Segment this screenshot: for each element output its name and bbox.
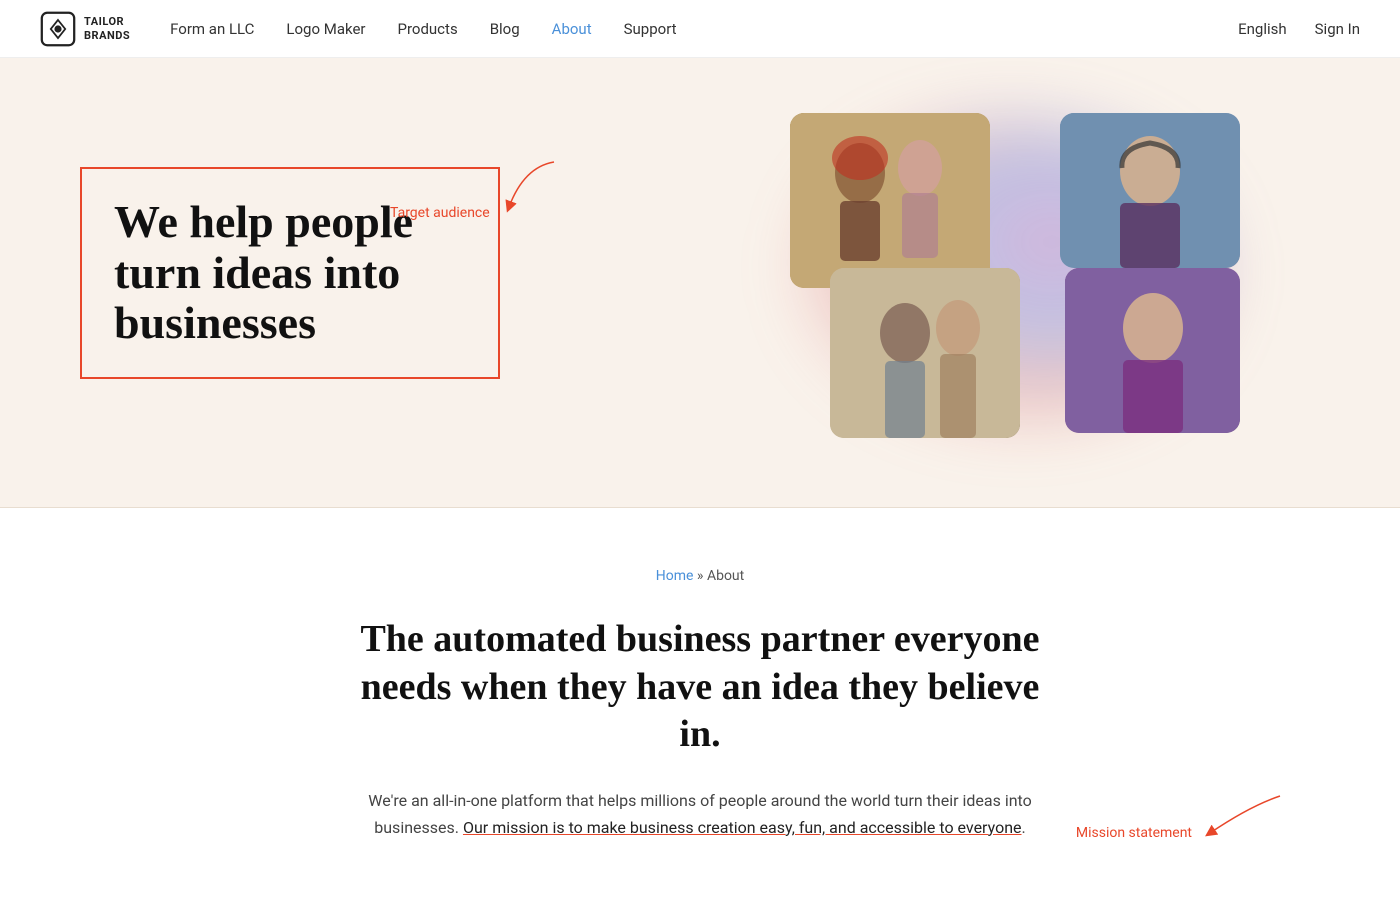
- photo-inner-2: [1060, 113, 1240, 268]
- photo-svg-1: [790, 113, 990, 288]
- photo-svg-3: [830, 268, 1020, 438]
- photo-card-2: [1060, 113, 1240, 268]
- nav-link-support[interactable]: Support: [624, 20, 677, 38]
- breadcrumb-home[interactable]: Home: [656, 568, 694, 584]
- breadcrumb: Home » About: [40, 568, 1360, 584]
- mission-annotation-label: Mission statement: [1076, 825, 1192, 841]
- photo-svg-4: [1065, 268, 1240, 433]
- nav-link-about[interactable]: About: [552, 20, 592, 38]
- photo-inner-3: [830, 268, 1020, 438]
- photo-inner-4: [1065, 268, 1240, 433]
- annotation-arrow-svg: [494, 157, 574, 217]
- hero-left: Target audience We help people turn idea…: [80, 167, 700, 379]
- logo[interactable]: TAILOR BRANDS: [40, 11, 130, 47]
- nav-link-products[interactable]: Products: [398, 20, 458, 38]
- hero-section: Target audience We help people turn idea…: [0, 58, 1400, 488]
- nav-link-logo-maker[interactable]: Logo Maker: [286, 20, 365, 38]
- photo-inner-1: [790, 113, 990, 288]
- mission-link[interactable]: Our mission is to make business creation…: [463, 818, 1022, 837]
- logo-icon: [40, 11, 76, 47]
- photo-card-4: [1065, 268, 1240, 433]
- navbar: TAILOR BRANDS Form an LLC Logo Maker Pro…: [0, 0, 1400, 58]
- hero-image-collage: [750, 103, 1270, 443]
- photo-svg-2: [1060, 113, 1240, 268]
- hero-right: [700, 103, 1320, 443]
- divider: [0, 488, 1400, 508]
- about-section: Home » About The automated business part…: [0, 508, 1400, 901]
- nav-link-english[interactable]: English: [1238, 20, 1287, 38]
- annotation-label: Target audience: [390, 205, 490, 221]
- nav-link-blog[interactable]: Blog: [490, 20, 520, 38]
- breadcrumb-separator: »: [693, 568, 707, 584]
- about-title: The automated business partner everyone …: [350, 616, 1050, 759]
- breadcrumb-current: About: [707, 568, 744, 584]
- mission-annotation: Mission statement: [1076, 791, 1300, 841]
- nav-links: Form an LLC Logo Maker Products Blog Abo…: [170, 20, 1238, 38]
- description-period: .: [1022, 818, 1026, 837]
- mission-arrow-svg: [1200, 791, 1300, 841]
- about-description: We're an all-in-one platform that helps …: [360, 787, 1040, 841]
- logo-text: TAILOR BRANDS: [84, 15, 130, 41]
- photo-card-1: [790, 113, 990, 288]
- nav-link-sign-in[interactable]: Sign In: [1315, 20, 1360, 38]
- nav-right: English Sign In: [1238, 20, 1360, 38]
- nav-link-form-an-llc[interactable]: Form an LLC: [170, 20, 254, 38]
- target-audience-annotation: Target audience: [390, 157, 574, 221]
- photo-card-3: [830, 268, 1020, 438]
